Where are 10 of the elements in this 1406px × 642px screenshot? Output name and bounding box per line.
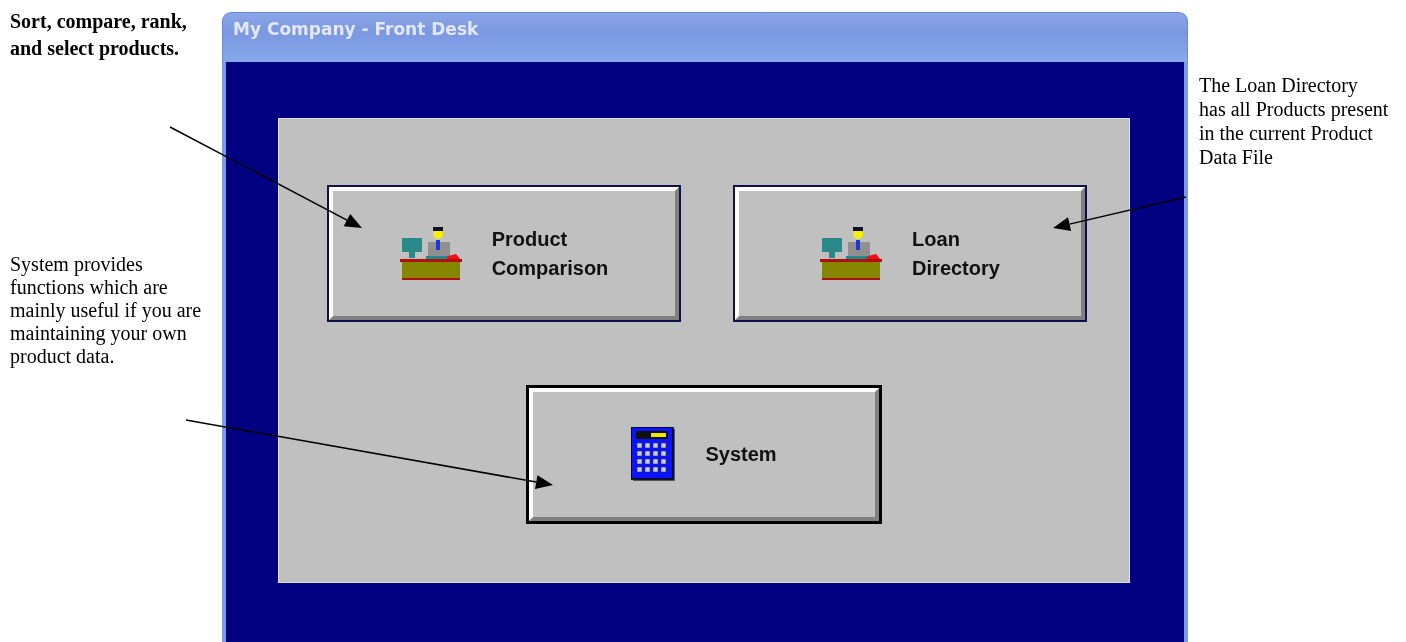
callout-text: Sort, compare, rank, and select products.: [10, 9, 188, 62]
callout-text: System provides functions which are mainly useful if you are maintaining your own product data.: [10, 253, 203, 368]
calculator-icon: [631, 426, 678, 483]
callout-text: The Loan Directory has all Products present in the current Product Data File: [1199, 73, 1389, 169]
person-at-desk-icon: [820, 225, 885, 282]
person-at-desk-icon: [399, 225, 464, 282]
menu-button[interactable]: Product Comparison: [329, 187, 679, 320]
window-title: My Company - Front Desk: [222, 12, 1188, 62]
system-button[interactable]: System: [529, 388, 879, 521]
menu-button[interactable]: Loan Directory: [735, 187, 1085, 320]
